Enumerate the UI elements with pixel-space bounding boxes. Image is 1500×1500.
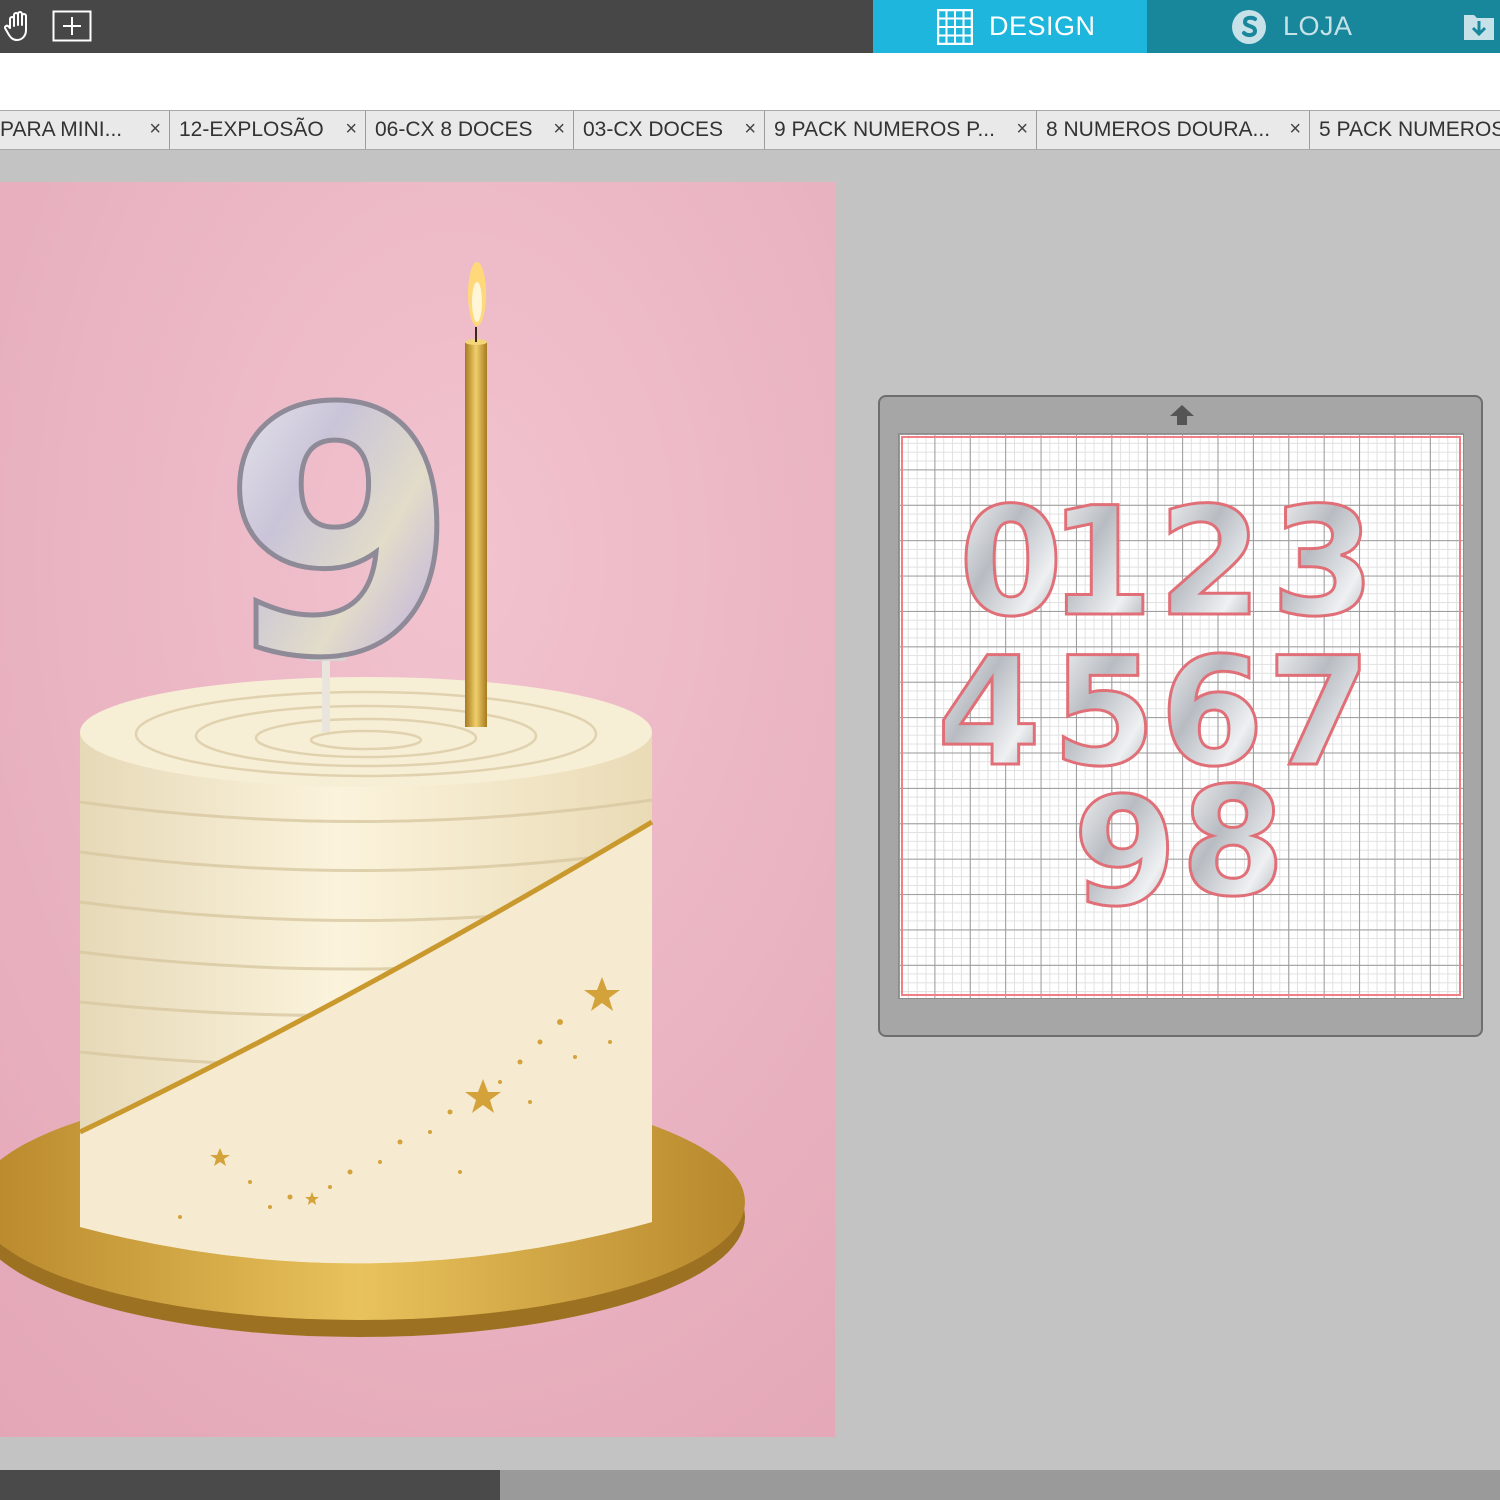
cake-photo[interactable]: 9 <box>0 182 835 1437</box>
mat-digit[interactable]: 8 <box>1179 755 1286 932</box>
close-icon[interactable]: × <box>1016 118 1028 141</box>
mat-digit[interactable]: 3 <box>1269 475 1376 652</box>
doc-tab-label: 9 PACK NUMEROS P... <box>774 118 995 141</box>
store-tab-label: LOJA <box>1283 11 1353 41</box>
doc-tab[interactable]: PARA MINI... × <box>0 111 170 149</box>
top-toolbar: DESIGN LOJA <box>0 0 1500 53</box>
cutting-mat[interactable]: 0 1 2 3 4 5 6 7 9 8 <box>878 395 1483 1037</box>
doc-tab[interactable]: 9 PACK NUMEROS P... × <box>765 111 1037 149</box>
horizontal-scrollbar[interactable] <box>0 1470 1500 1500</box>
store-tab[interactable]: LOJA <box>1147 0 1452 53</box>
doc-tab-label: 5 PACK NUMEROS <box>1319 118 1500 141</box>
doc-tab[interactable]: 12-EXPLOSÃO × <box>170 111 366 149</box>
document-tabs: PARA MINI... × 12-EXPLOSÃO × 06-CX 8 DOC… <box>0 110 1500 150</box>
design-tab-label: DESIGN <box>989 11 1096 41</box>
hand-icon[interactable] <box>0 6 40 46</box>
mat-digit[interactable]: 1 <box>1047 475 1154 652</box>
doc-tab[interactable]: 5 PACK NUMEROS <box>1310 111 1500 149</box>
add-box-icon[interactable] <box>52 6 92 46</box>
options-strip <box>0 53 1500 110</box>
silhouette-s-icon <box>1232 10 1266 44</box>
doc-tab-label: 12-EXPLOSÃO <box>179 118 324 141</box>
close-icon[interactable]: × <box>345 118 357 141</box>
doc-tab[interactable]: 8 NUMEROS DOURA... × <box>1037 111 1310 149</box>
close-icon[interactable]: × <box>553 118 565 141</box>
mat-digit[interactable]: 2 <box>1156 475 1263 652</box>
design-tab[interactable]: DESIGN <box>873 0 1147 53</box>
svg-text:9: 9 <box>222 337 459 733</box>
close-icon[interactable]: × <box>1289 118 1301 141</box>
doc-tab[interactable]: 03-CX DOCES × <box>574 111 765 149</box>
close-icon[interactable]: × <box>744 118 756 141</box>
mat-digit[interactable]: 9 <box>1071 765 1178 942</box>
mat-digit[interactable]: 0 <box>957 475 1064 652</box>
doc-tab-label: 8 NUMEROS DOURA... <box>1046 118 1271 141</box>
doc-tab[interactable]: 06-CX 8 DOCES × <box>366 111 574 149</box>
doc-tab-label: 06-CX 8 DOCES <box>375 118 533 141</box>
mat-digit[interactable]: 4 <box>935 625 1042 802</box>
grid-icon <box>937 9 973 45</box>
doc-tab-label: 03-CX DOCES <box>583 118 724 141</box>
mat-feed-arrow-icon <box>1170 405 1194 425</box>
library-tab[interactable] <box>1452 0 1500 53</box>
doc-tab-label: PARA MINI... <box>0 118 123 141</box>
scrollbar-thumb[interactable] <box>0 1470 500 1500</box>
close-icon[interactable]: × <box>149 118 161 141</box>
mat-grid[interactable]: 0 1 2 3 4 5 6 7 9 8 <box>898 433 1464 999</box>
folder-download-icon <box>1464 15 1494 40</box>
